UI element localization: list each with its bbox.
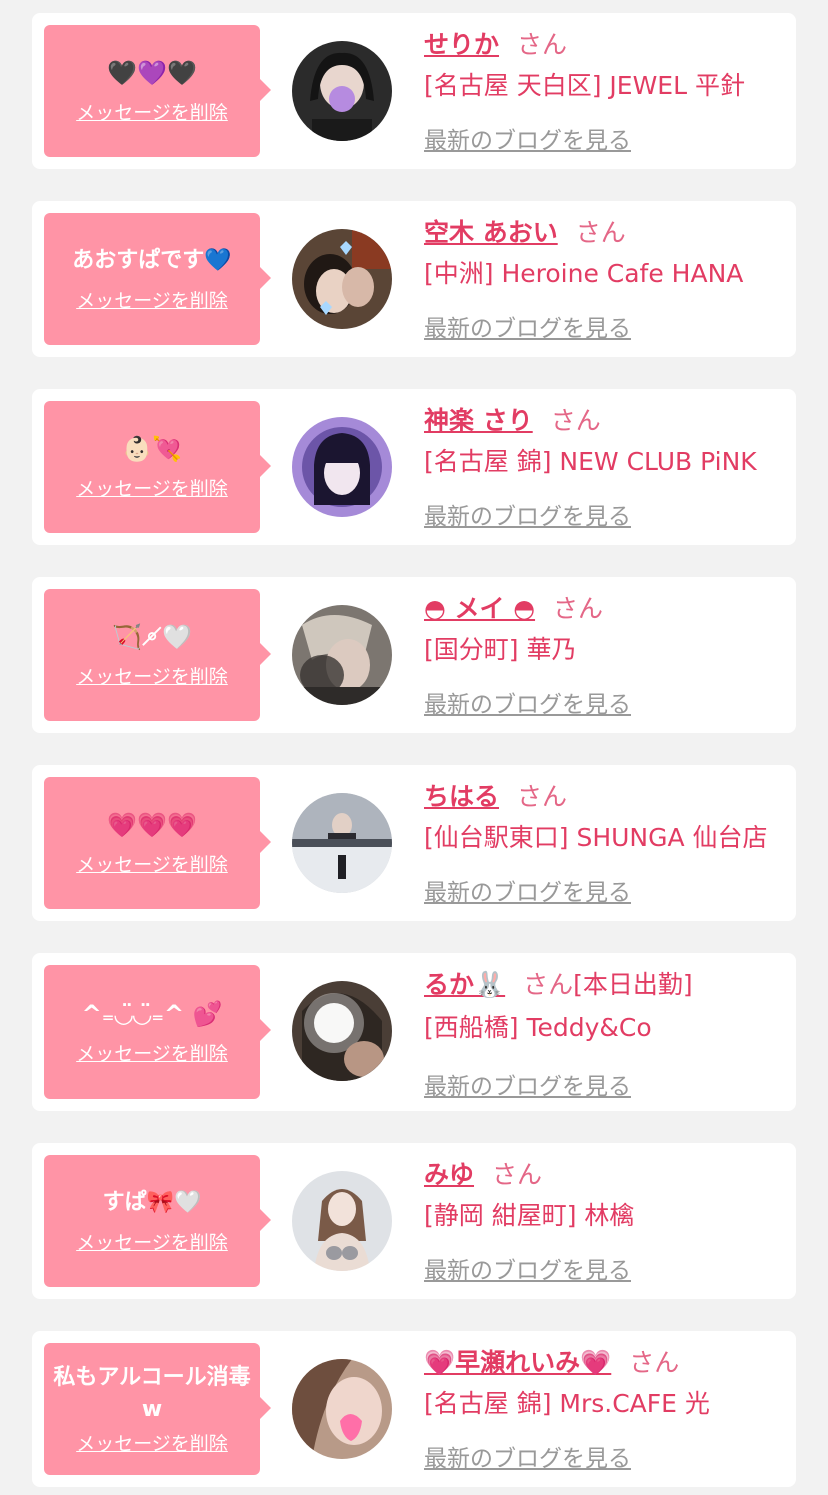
- honorific: さん: [523, 970, 574, 999]
- message-text: すぱ🎀🤍: [102, 1190, 202, 1215]
- list-item: あおすぱです💙 メッセージを削除 空木 あおい さん [中洲] Heroine …: [32, 201, 796, 357]
- latest-blog-link[interactable]: 最新のブログを見る: [424, 873, 631, 907]
- message-text: 💗💗💗: [107, 811, 197, 839]
- message-text: ^₌◡̈◡̈₌^ 💕: [81, 1000, 223, 1028]
- honorific: さん: [575, 218, 626, 247]
- girl-name-link[interactable]: 神楽 さり: [424, 401, 533, 437]
- latest-blog-link[interactable]: 最新のブログを見る: [424, 1439, 631, 1473]
- delete-message-link[interactable]: メッセージを削除: [76, 289, 228, 313]
- message-bubble: 私もアルコール消毒w メッセージを削除: [44, 1343, 271, 1475]
- delete-message-link[interactable]: メッセージを削除: [76, 101, 228, 125]
- latest-blog-link[interactable]: 最新のブログを見る: [424, 685, 631, 719]
- name-line: ちはる さん: [424, 777, 567, 813]
- list-item: 私もアルコール消毒w メッセージを削除 💗早瀬れいみ💗 さん [名古屋 錦] M…: [32, 1331, 796, 1487]
- latest-blog-link[interactable]: 最新のブログを見る: [424, 121, 631, 155]
- latest-blog-link[interactable]: 最新のブログを見る: [424, 497, 631, 531]
- message-text: 🖤💜🖤: [107, 59, 197, 87]
- shop-info: [名古屋 錦] Mrs.CAFE 光: [424, 1389, 710, 1418]
- message-text: 🏹⚬̸🤍: [112, 623, 192, 651]
- list-item: 💗💗💗 メッセージを削除 ちはる さん [仙台駅東口] SHUNGA 仙台店 最…: [32, 765, 796, 921]
- honorific: さん: [517, 782, 568, 811]
- avatar[interactable]: [292, 417, 392, 517]
- list-item: 🖤💜🖤 メッセージを削除 せりか さん [名古屋 天白区] JEWEL 平針 最…: [32, 13, 796, 169]
- message-bubble: あおすぱです💙 メッセージを削除: [44, 213, 271, 345]
- name-line: 神楽 さり さん: [424, 401, 601, 437]
- favorites-list: 🖤💜🖤 メッセージを削除 せりか さん [名古屋 天白区] JEWEL 平針 最…: [0, 0, 828, 1495]
- delete-message-link[interactable]: メッセージを削除: [76, 665, 228, 689]
- message-bubble: 👶🏻💘 メッセージを削除: [44, 401, 271, 533]
- delete-message-link[interactable]: メッセージを削除: [76, 1042, 228, 1066]
- avatar[interactable]: [292, 1171, 392, 1271]
- delete-message-link[interactable]: メッセージを削除: [76, 853, 228, 877]
- name-line: 💗早瀬れいみ💗 さん: [424, 1343, 679, 1379]
- honorific: さん: [517, 30, 568, 59]
- latest-blog-link[interactable]: 最新のブログを見る: [424, 309, 631, 343]
- girl-name-link[interactable]: 💗早瀬れいみ💗: [424, 1343, 611, 1379]
- message-text: 👶🏻💘: [122, 435, 182, 463]
- message-bubble: 🖤💜🖤 メッセージを削除: [44, 25, 271, 157]
- delete-message-link[interactable]: メッセージを削除: [76, 1231, 228, 1255]
- message-bubble: ^₌◡̈◡̈₌^ 💕 メッセージを削除: [44, 965, 271, 1099]
- message-bubble: 🏹⚬̸🤍 メッセージを削除: [44, 589, 271, 721]
- girl-name-link[interactable]: せりか: [424, 25, 499, 61]
- honorific: さん: [550, 406, 601, 435]
- avatar[interactable]: [292, 41, 392, 141]
- girl-name-link[interactable]: ◓ メイ ◓: [424, 589, 535, 625]
- girl-name-link[interactable]: ちはる: [424, 777, 499, 813]
- honorific: さん: [629, 1348, 680, 1377]
- list-item: ^₌◡̈◡̈₌^ 💕 メッセージを削除 るか🐰 さん [本日出勤] [西船橋] …: [32, 953, 796, 1111]
- girl-name-link[interactable]: 空木 あおい: [424, 213, 558, 249]
- shop-info: [名古屋 天白区] JEWEL 平針: [424, 71, 745, 100]
- message-bubble: すぱ🎀🤍 メッセージを削除: [44, 1155, 271, 1287]
- avatar[interactable]: [292, 229, 392, 329]
- latest-blog-link[interactable]: 最新のブログを見る: [424, 1251, 631, 1285]
- delete-message-link[interactable]: メッセージを削除: [76, 1432, 228, 1456]
- name-line: みゆ さん: [424, 1155, 542, 1191]
- attendance-status: [本日出勤]: [573, 970, 693, 999]
- name-line: るか🐰 さん [本日出勤]: [424, 965, 693, 1001]
- message-text: 私もアルコール消毒w: [53, 1365, 251, 1422]
- shop-info: [中洲] Heroine Cafe HANA: [424, 259, 744, 288]
- delete-message-link[interactable]: メッセージを削除: [76, 477, 228, 501]
- shop-info: [名古屋 錦] NEW CLUB PiNK: [424, 447, 757, 476]
- message-text: あおすぱです💙: [72, 248, 232, 273]
- list-item: すぱ🎀🤍 メッセージを削除 みゆ さん [静岡 紺屋町] 林檎 最新のブログを見…: [32, 1143, 796, 1299]
- avatar[interactable]: [292, 981, 392, 1081]
- list-item: 🏹⚬̸🤍 メッセージを削除 ◓ メイ ◓ さん [国分町] 華乃 最新のブログを…: [32, 577, 796, 733]
- honorific: さん: [553, 594, 604, 623]
- shop-info: [仙台駅東口] SHUNGA 仙台店: [424, 823, 768, 852]
- girl-name-link[interactable]: るか🐰: [424, 965, 505, 1001]
- shop-info: [西船橋] Teddy&Co: [424, 1013, 652, 1042]
- list-item: 👶🏻💘 メッセージを削除 神楽 さり さん [名古屋 錦] NEW CLUB P…: [32, 389, 796, 545]
- name-line: せりか さん: [424, 25, 567, 61]
- avatar[interactable]: [292, 793, 392, 893]
- message-bubble: 💗💗💗 メッセージを削除: [44, 777, 271, 909]
- girl-name-link[interactable]: みゆ: [424, 1155, 474, 1191]
- name-line: ◓ メイ ◓ さん: [424, 589, 603, 625]
- avatar[interactable]: [292, 1359, 392, 1459]
- avatar[interactable]: [292, 605, 392, 705]
- name-line: 空木 あおい さん: [424, 213, 626, 249]
- shop-info: [国分町] 華乃: [424, 635, 577, 664]
- honorific: さん: [492, 1160, 543, 1189]
- shop-info: [静岡 紺屋町] 林檎: [424, 1201, 635, 1230]
- latest-blog-link[interactable]: 最新のブログを見る: [424, 1067, 631, 1101]
